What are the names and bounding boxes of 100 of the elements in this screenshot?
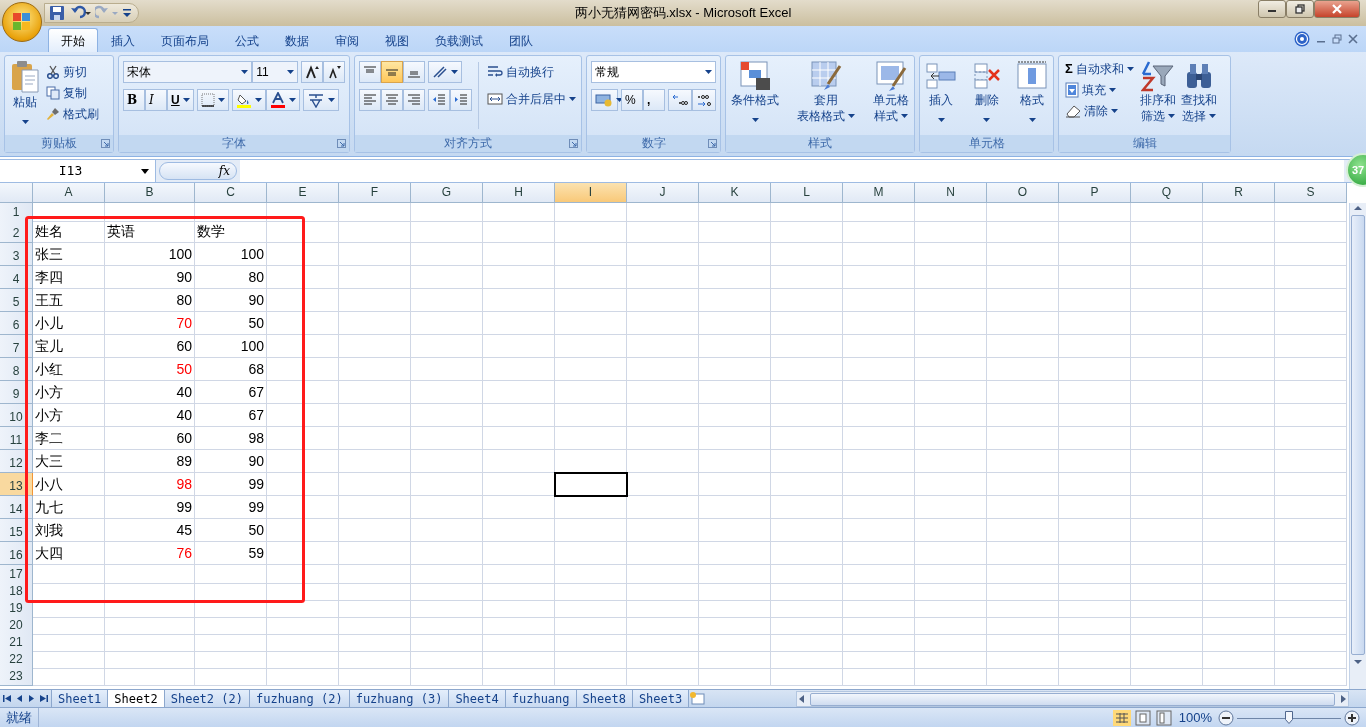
column-header[interactable]: M	[843, 183, 915, 203]
insert-sheet-icon[interactable]	[688, 690, 707, 706]
sort-filter-button[interactable]: 排序和 筛选	[1138, 58, 1177, 133]
row-header[interactable]: 13	[0, 473, 33, 496]
column-header[interactable]: S	[1275, 183, 1347, 203]
vertical-scrollbar[interactable]	[1349, 203, 1366, 689]
row-header[interactable]: 7	[0, 335, 33, 358]
format-as-table-button[interactable]: 套用 表格格式	[796, 58, 856, 133]
ribbon-tab[interactable]: 插入	[98, 28, 148, 52]
column-header[interactable]: O	[987, 183, 1059, 203]
row-header[interactable]: 23	[0, 667, 33, 686]
format-painter-button[interactable]: 格式刷	[44, 103, 101, 124]
zoom-slider[interactable]	[1237, 711, 1341, 725]
percent-button[interactable]: %	[621, 89, 643, 111]
row-header[interactable]: 12	[0, 450, 33, 473]
dialog-launcher-icon[interactable]	[708, 139, 717, 148]
grow-font-button[interactable]	[301, 61, 323, 83]
dropdown-icon[interactable]	[141, 168, 149, 174]
format-button[interactable]: 格式	[1015, 58, 1049, 133]
center-button[interactable]	[381, 89, 403, 111]
slider-thumb[interactable]	[1285, 711, 1293, 724]
dialog-launcher-icon[interactable]	[569, 139, 578, 148]
borders-button[interactable]	[196, 89, 229, 111]
phonetic-button[interactable]	[302, 89, 339, 111]
insert-function-button[interactable]: fx	[159, 162, 237, 180]
page-break-icon[interactable]	[1154, 710, 1173, 726]
undo-icon[interactable]	[68, 5, 92, 21]
column-header[interactable]: A	[33, 183, 105, 203]
scroll-thumb[interactable]	[810, 692, 1335, 706]
column-header[interactable]: P	[1059, 183, 1131, 203]
column-header[interactable]: K	[699, 183, 771, 203]
font-size-field[interactable]: 11	[252, 61, 298, 83]
increase-decimal-button[interactable]	[668, 89, 692, 111]
paste-button[interactable]: 粘贴	[9, 58, 41, 133]
sheet-tab[interactable]: Sheet3	[631, 690, 690, 708]
row-header[interactable]: 3	[0, 243, 33, 266]
column-header[interactable]: C	[195, 183, 267, 203]
scroll-up-icon[interactable]	[1353, 203, 1363, 213]
column-header[interactable]: G	[411, 183, 483, 203]
normal-view-icon[interactable]	[1112, 710, 1131, 726]
minimize-button[interactable]	[1258, 0, 1286, 18]
font-color-button[interactable]	[265, 89, 300, 111]
fill-color-button[interactable]	[231, 89, 266, 111]
scroll-thumb[interactable]	[1351, 215, 1365, 655]
increase-indent-button[interactable]	[450, 89, 472, 111]
sheet-tab[interactable]: fuzhuang	[504, 690, 577, 708]
formula-input[interactable]	[240, 160, 1344, 182]
ribbon-tab[interactable]: 负载测试	[422, 28, 496, 52]
conditional-formatting-button[interactable]: 条件格式	[730, 58, 780, 133]
row-header[interactable]: 6	[0, 312, 33, 335]
row-header[interactable]: 10	[0, 404, 33, 427]
row-header[interactable]: 8	[0, 358, 33, 381]
ribbon-tab[interactable]: 团队	[496, 28, 546, 52]
ribbon-tab[interactable]: 页面布局	[148, 28, 222, 52]
row-header[interactable]: 14	[0, 496, 33, 519]
row-header[interactable]: 16	[0, 542, 33, 565]
sheet-tab[interactable]: fuzhuang (3)	[348, 690, 450, 708]
align-bottom-button[interactable]	[403, 61, 425, 83]
merge-center-button[interactable]: 合并后居中	[485, 88, 578, 109]
column-header[interactable]: R	[1203, 183, 1275, 203]
row-header[interactable]: 4	[0, 266, 33, 289]
dialog-launcher-icon[interactable]	[337, 139, 346, 148]
ribbon-tab[interactable]: 视图	[372, 28, 422, 52]
scroll-right-icon[interactable]	[1338, 694, 1348, 704]
row-header[interactable]: 11	[0, 427, 33, 450]
column-header[interactable]: H	[483, 183, 555, 203]
zoom-out-icon[interactable]	[1218, 710, 1234, 726]
row-header[interactable]: 9	[0, 381, 33, 404]
cut-button[interactable]: 剪切	[44, 61, 101, 82]
page-layout-icon[interactable]	[1133, 710, 1152, 726]
first-sheet-icon[interactable]	[3, 693, 12, 703]
column-header[interactable]: B	[105, 183, 195, 203]
sheet-tab[interactable]: Sheet1	[51, 690, 109, 708]
cell-styles-button[interactable]: 单元格 样式	[872, 58, 910, 133]
sheet-tab[interactable]: Sheet8	[575, 690, 633, 708]
sheet-tab[interactable]: Sheet2	[107, 690, 165, 708]
shrink-font-button[interactable]	[323, 61, 345, 83]
office-button[interactable]	[2, 2, 42, 42]
find-select-button[interactable]: 查找和 选择	[1179, 58, 1218, 133]
last-sheet-icon[interactable]	[39, 693, 48, 703]
comma-button[interactable]: ,	[643, 89, 665, 111]
clear-button[interactable]: 清除	[1063, 100, 1136, 121]
column-header[interactable]: E	[267, 183, 339, 203]
scroll-down-icon[interactable]	[1353, 657, 1363, 667]
column-header[interactable]: I	[555, 183, 627, 203]
column-header[interactable]: L	[771, 183, 843, 203]
zoom-in-icon[interactable]	[1344, 710, 1360, 726]
row-header[interactable]: 5	[0, 289, 33, 312]
bold-button[interactable]: B	[123, 89, 145, 111]
ribbon-tab[interactable]: 审阅	[322, 28, 372, 52]
row-header[interactable]: 2	[0, 220, 33, 243]
accounting-format-button[interactable]	[591, 89, 618, 111]
column-header[interactable]: F	[339, 183, 411, 203]
autosum-button[interactable]: Σ 自动求和	[1063, 58, 1136, 79]
decrease-decimal-button[interactable]	[692, 89, 716, 111]
column-header[interactable]: Q	[1131, 183, 1203, 203]
align-right-button[interactable]	[403, 89, 425, 111]
restore-button[interactable]	[1286, 0, 1314, 18]
underline-button[interactable]: U	[167, 89, 194, 111]
customize-toolbar-icon[interactable]	[122, 7, 132, 19]
